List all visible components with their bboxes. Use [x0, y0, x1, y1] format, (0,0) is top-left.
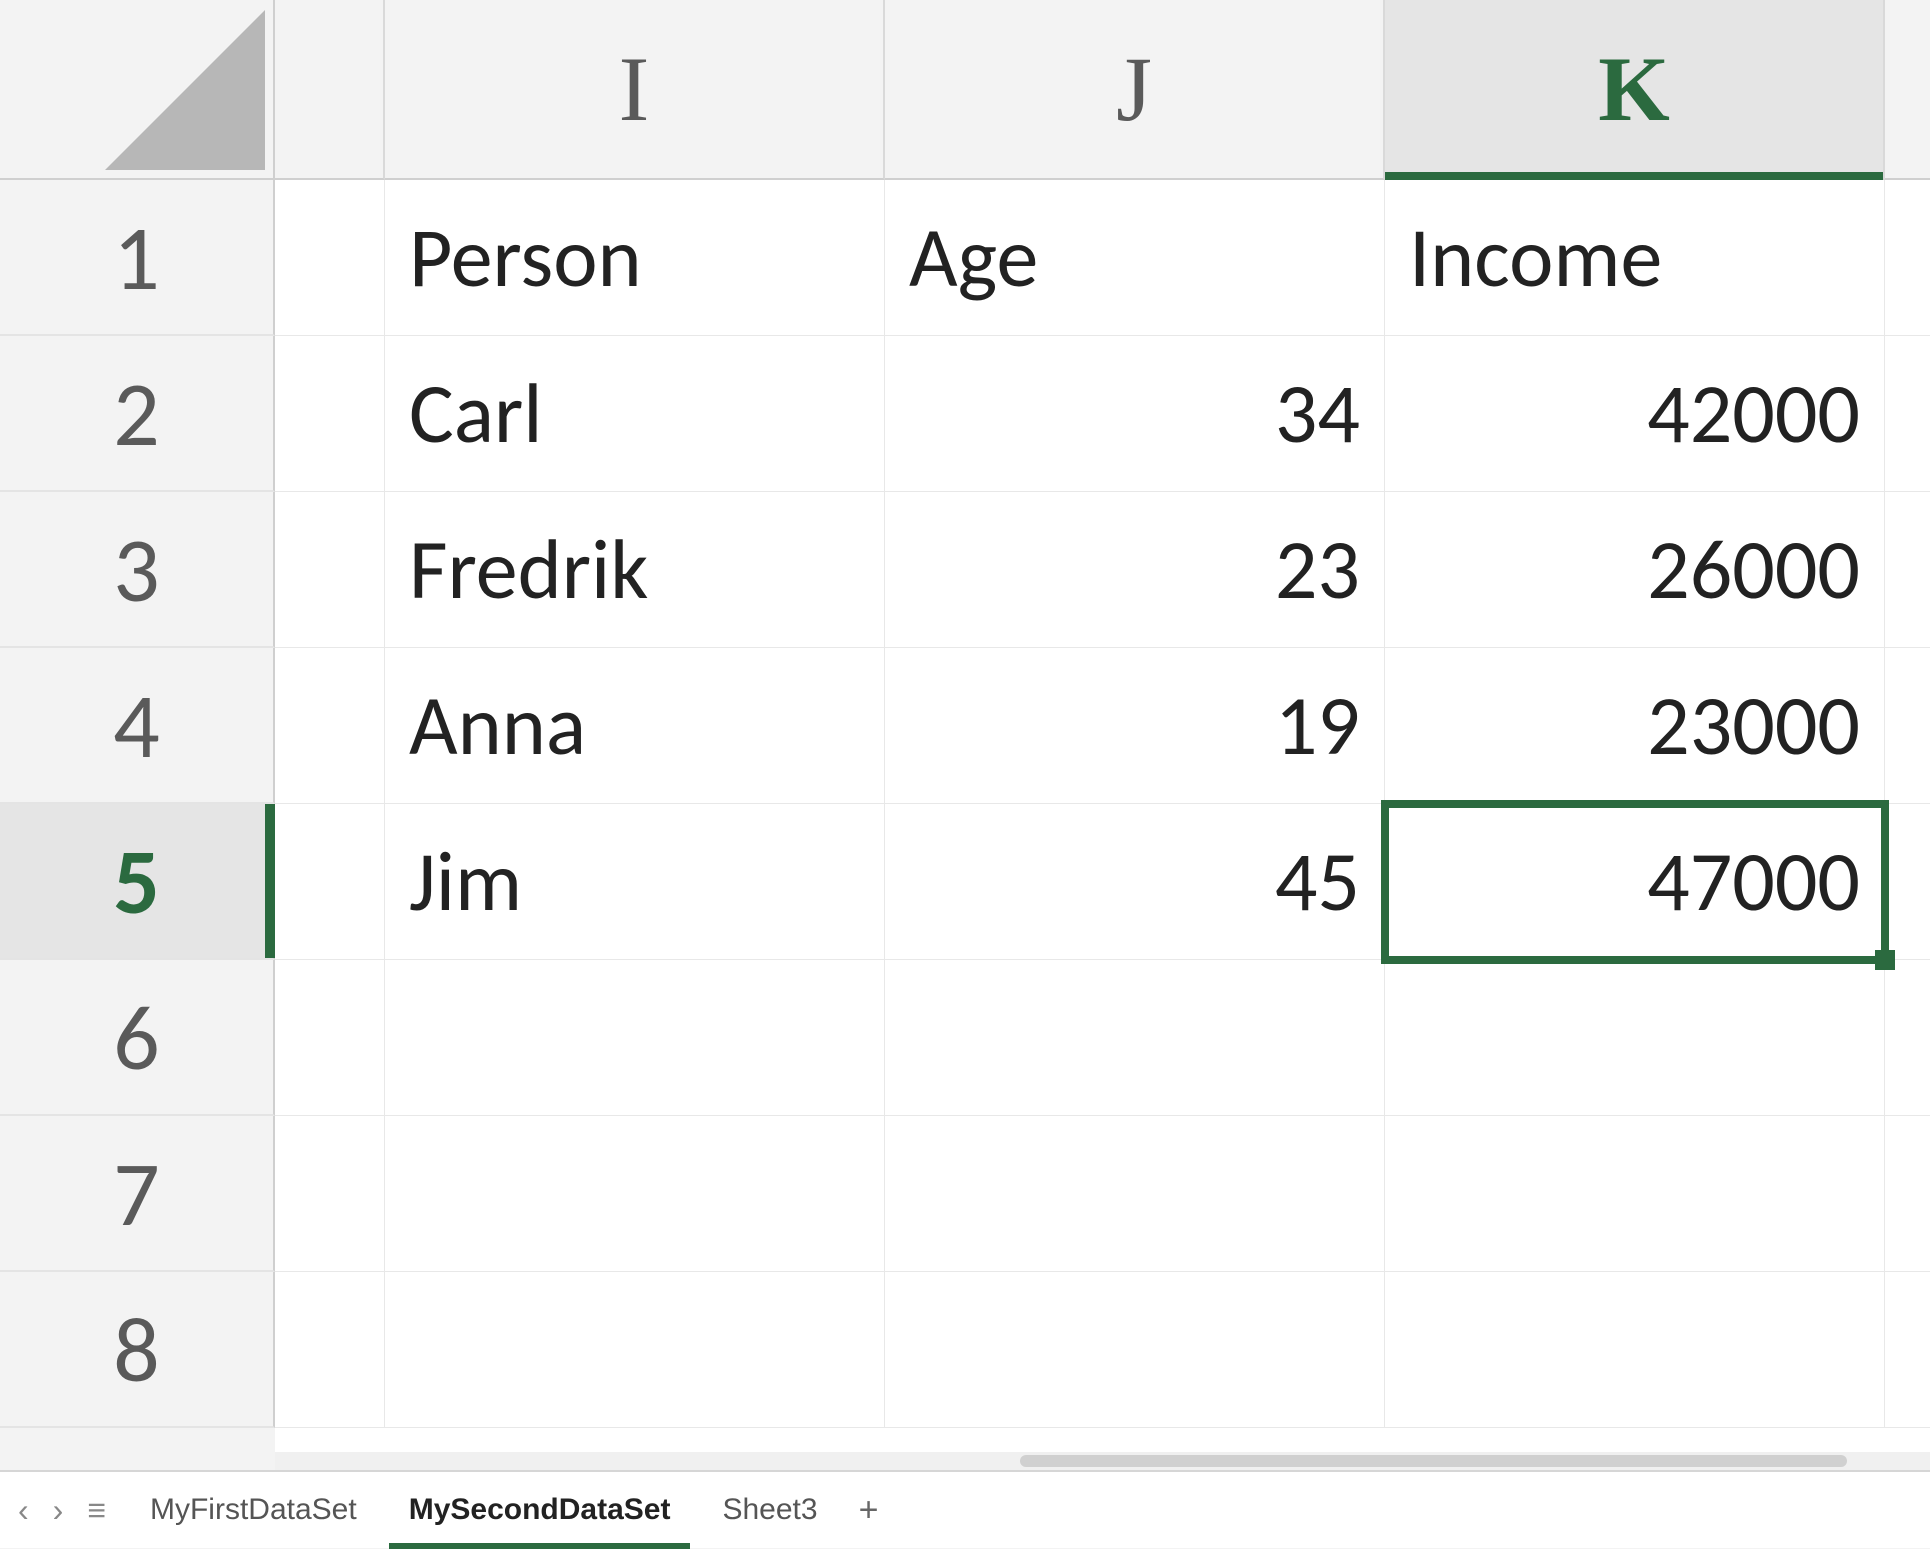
cell[interactable] — [275, 648, 385, 804]
cell[interactable] — [1885, 180, 1930, 336]
cell[interactable] — [885, 1116, 1385, 1272]
tab-prev-button[interactable]: ‹ — [18, 1492, 29, 1529]
column-headers: IJK — [0, 0, 1930, 180]
row-header[interactable]: 1 — [0, 180, 275, 336]
cell[interactable] — [1385, 1272, 1885, 1428]
scrollbar-thumb[interactable] — [1020, 1455, 1848, 1467]
row-header[interactable]: 5 — [0, 804, 275, 960]
cell[interactable] — [275, 336, 385, 492]
cell[interactable] — [1385, 960, 1885, 1116]
data-row: PersonAgeIncome — [275, 180, 1930, 336]
cell[interactable]: Jim — [385, 804, 885, 960]
cell[interactable] — [385, 960, 885, 1116]
data-row: Carl3442000 — [275, 336, 1930, 492]
spreadsheet-area: IJK 12345678 PersonAgeIncomeCarl3442000F… — [0, 0, 1930, 1548]
cell[interactable] — [385, 1272, 885, 1428]
select-all-corner[interactable] — [0, 0, 275, 180]
cell-grid[interactable]: PersonAgeIncomeCarl3442000Fredrik2326000… — [275, 180, 1930, 1548]
tab-nav: ‹ › ≡ — [18, 1492, 124, 1529]
data-row: Fredrik2326000 — [275, 492, 1930, 648]
data-row — [275, 1272, 1930, 1428]
cell[interactable] — [1885, 1272, 1930, 1428]
row-header[interactable]: 6 — [0, 960, 275, 1116]
cell[interactable] — [385, 1116, 885, 1272]
cell[interactable] — [885, 1272, 1385, 1428]
cell[interactable] — [275, 1272, 385, 1428]
cell[interactable] — [1885, 960, 1930, 1116]
cell[interactable] — [275, 180, 385, 336]
data-row — [275, 960, 1930, 1116]
cell[interactable]: Income — [1385, 180, 1885, 336]
cell[interactable]: Age — [885, 180, 1385, 336]
cell[interactable]: 23 — [885, 492, 1385, 648]
data-row: Jim4547000 — [275, 804, 1930, 960]
add-sheet-button[interactable]: + — [844, 1491, 894, 1530]
cell[interactable] — [1885, 492, 1930, 648]
cell[interactable]: 34 — [885, 336, 1385, 492]
sheet-tab[interactable]: MySecondDataSet — [383, 1471, 697, 1549]
row-header[interactable]: 4 — [0, 648, 275, 804]
data-row: Anna1923000 — [275, 648, 1930, 804]
row-headers: 12345678 — [0, 180, 275, 1428]
column-header[interactable]: J — [885, 0, 1385, 180]
tab-next-button[interactable]: › — [53, 1492, 64, 1529]
cell[interactable]: 26000 — [1385, 492, 1885, 648]
cell[interactable]: Carl — [385, 336, 885, 492]
cell[interactable] — [1885, 1116, 1930, 1272]
column-header[interactable] — [1885, 0, 1930, 180]
sheet-tab-bar: ‹ › ≡ MyFirstDataSetMySecondDataSetSheet… — [0, 1470, 1930, 1548]
cell[interactable] — [275, 492, 385, 648]
cell[interactable] — [1885, 804, 1930, 960]
cell[interactable]: 45 — [885, 804, 1385, 960]
cell[interactable] — [1885, 648, 1930, 804]
cell[interactable]: 23000 — [1385, 648, 1885, 804]
sheet-tab[interactable]: MyFirstDataSet — [124, 1471, 383, 1549]
select-all-triangle-icon — [105, 10, 265, 170]
cell[interactable]: 19 — [885, 648, 1385, 804]
row-header[interactable]: 2 — [0, 336, 275, 492]
cell[interactable] — [1385, 1116, 1885, 1272]
cell[interactable] — [1885, 336, 1930, 492]
data-row — [275, 1116, 1930, 1272]
cell[interactable]: Fredrik — [385, 492, 885, 648]
sheet-tab[interactable]: Sheet3 — [696, 1471, 843, 1549]
column-header[interactable]: K — [1385, 0, 1885, 180]
cell[interactable] — [275, 1116, 385, 1272]
cell[interactable] — [885, 960, 1385, 1116]
tab-menu-icon[interactable]: ≡ — [87, 1492, 106, 1529]
cell[interactable]: 42000 — [1385, 336, 1885, 492]
horizontal-scrollbar[interactable] — [275, 1452, 1930, 1470]
fill-handle[interactable] — [1875, 950, 1895, 970]
column-header[interactable]: I — [385, 0, 885, 180]
cell[interactable] — [275, 804, 385, 960]
row-header[interactable]: 8 — [0, 1272, 275, 1428]
column-header[interactable] — [275, 0, 385, 180]
row-header[interactable]: 7 — [0, 1116, 275, 1272]
cell[interactable]: 47000 — [1385, 804, 1885, 960]
cell[interactable]: Person — [385, 180, 885, 336]
cell[interactable]: Anna — [385, 648, 885, 804]
row-header[interactable]: 3 — [0, 492, 275, 648]
cell[interactable] — [275, 960, 385, 1116]
